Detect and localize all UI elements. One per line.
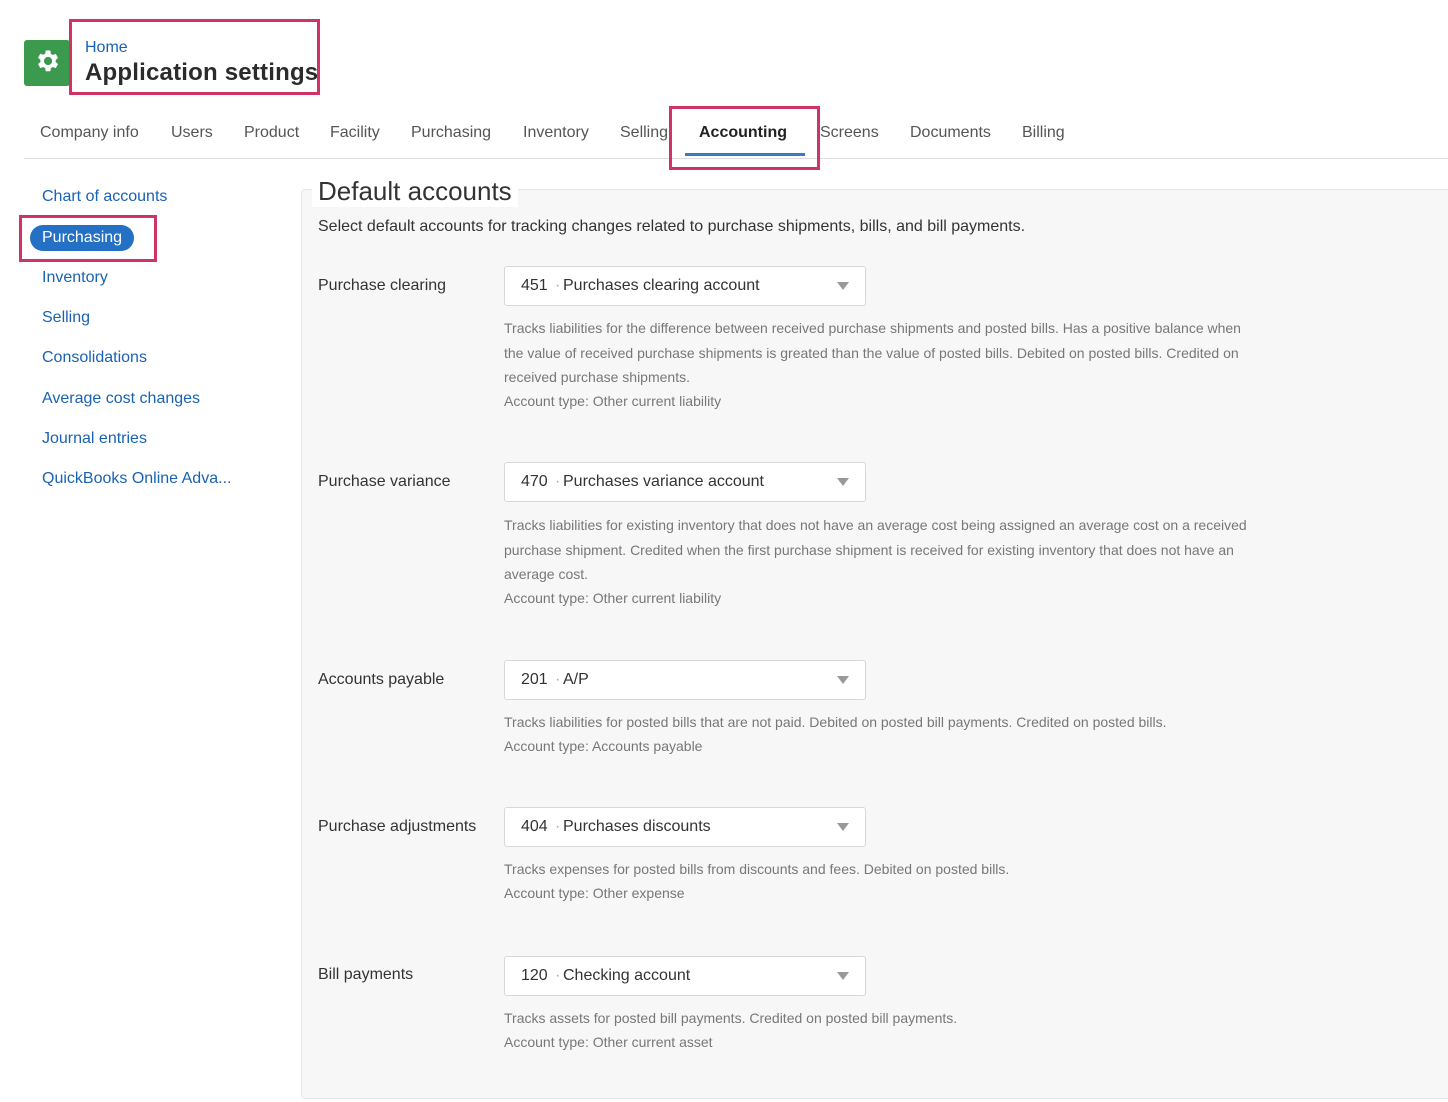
account-number: 470 bbox=[521, 473, 548, 490]
settings-tabs: Company info Users Product Facility Purc… bbox=[24, 112, 1448, 159]
separator: · bbox=[555, 818, 561, 835]
help-text: Tracks assets for posted bill payments. … bbox=[504, 1010, 958, 1026]
account-type: Account type: Other current liability bbox=[504, 589, 722, 606]
chevron-down-icon bbox=[837, 478, 849, 486]
sidebar-item-inventory[interactable]: Inventory bbox=[42, 269, 108, 287]
purchase-adjustments-select[interactable]: 404 · Purchases discounts bbox=[504, 807, 866, 847]
tab-purchasing[interactable]: Purchasing bbox=[411, 124, 491, 142]
section-description: Select default accounts for tracking cha… bbox=[318, 218, 1026, 235]
purchase-variance-select[interactable]: 470 · Purchases variance account bbox=[504, 462, 866, 502]
chevron-down-icon bbox=[837, 823, 849, 831]
sidebar-item-chart-of-accounts[interactable]: Chart of accounts bbox=[42, 188, 167, 206]
help-text: Tracks liabilities for existing inventor… bbox=[504, 517, 1247, 582]
account-name: A/P bbox=[563, 671, 589, 688]
tab-selling[interactable]: Selling bbox=[620, 124, 668, 142]
breadcrumb-home[interactable]: Home bbox=[85, 38, 318, 58]
section-title: Default accounts bbox=[312, 175, 518, 207]
account-number: 120 bbox=[521, 967, 548, 984]
separator: · bbox=[555, 671, 561, 688]
title-block: Home Application settings bbox=[85, 38, 318, 88]
tab-documents[interactable]: Documents bbox=[910, 124, 991, 142]
account-type: Account type: Other expense bbox=[504, 884, 685, 901]
page-title: Application settings bbox=[85, 59, 319, 86]
purchase-clearing-label: Purchase clearing bbox=[318, 277, 447, 294]
separator: · bbox=[555, 967, 561, 984]
bill-payments-help: Tracks assets for posted bill payments. … bbox=[504, 1006, 1264, 1054]
chevron-down-icon bbox=[837, 282, 849, 290]
tab-facility[interactable]: Facility bbox=[330, 124, 380, 142]
accounts-payable-label: Accounts payable bbox=[318, 671, 445, 688]
sidebar-item-journal-entries[interactable]: Journal entries bbox=[42, 430, 147, 448]
bill-payments-select[interactable]: 120 · Checking account bbox=[504, 956, 866, 996]
account-type: Account type: Other current liability bbox=[504, 392, 722, 409]
account-number: 404 bbox=[521, 818, 548, 835]
purchase-variance-help: Tracks liabilities for existing inventor… bbox=[504, 513, 1264, 610]
tab-billing[interactable]: Billing bbox=[1022, 124, 1065, 142]
account-name: Checking account bbox=[563, 967, 691, 984]
sidebar-item-consolidations[interactable]: Consolidations bbox=[42, 349, 147, 367]
sidebar-item-selling[interactable]: Selling bbox=[42, 309, 90, 327]
sidebar-item-purchasing[interactable]: Purchasing bbox=[30, 225, 135, 251]
account-name: Purchases discounts bbox=[563, 818, 711, 835]
purchase-clearing-help: Tracks liabilities for the difference be… bbox=[504, 316, 1264, 413]
chevron-down-icon bbox=[837, 972, 849, 980]
sidebar-item-average-cost-changes[interactable]: Average cost changes bbox=[42, 390, 200, 408]
app-icon bbox=[24, 40, 70, 86]
accounts-payable-select[interactable]: 201 · A/P bbox=[504, 660, 866, 700]
help-text: Tracks liabilities for posted bills that… bbox=[504, 714, 1167, 730]
purchase-clearing-select[interactable]: 451 · Purchases clearing account bbox=[504, 266, 866, 306]
help-text: Tracks expenses for posted bills from di… bbox=[504, 861, 1010, 877]
bill-payments-label: Bill payments bbox=[318, 966, 414, 983]
sidebar-item-quickbooks-online[interactable]: QuickBooks Online Adva... bbox=[42, 470, 231, 488]
tab-accounting[interactable]: Accounting bbox=[699, 124, 787, 142]
tab-company-info[interactable]: Company info bbox=[40, 124, 139, 142]
purchase-adjustments-label: Purchase adjustments bbox=[318, 818, 477, 835]
account-number: 451 bbox=[521, 277, 548, 294]
separator: · bbox=[555, 277, 561, 294]
purchase-adjustments-help: Tracks expenses for posted bills from di… bbox=[504, 857, 1264, 905]
accounts-payable-help: Tracks liabilities for posted bills that… bbox=[504, 710, 1264, 758]
help-text: Tracks liabilities for the difference be… bbox=[504, 320, 1241, 385]
tab-users[interactable]: Users bbox=[171, 124, 213, 142]
account-number: 201 bbox=[521, 671, 548, 688]
tab-screens[interactable]: Screens bbox=[820, 124, 879, 142]
account-type: Account type: Accounts payable bbox=[504, 737, 703, 754]
tab-product[interactable]: Product bbox=[244, 124, 299, 142]
active-tab-indicator bbox=[685, 153, 805, 156]
account-type: Account type: Other current asset bbox=[504, 1033, 713, 1050]
gear-icon bbox=[33, 47, 61, 80]
account-name: Purchases clearing account bbox=[563, 277, 760, 294]
separator: · bbox=[555, 473, 561, 490]
chevron-down-icon bbox=[837, 676, 849, 684]
purchase-variance-label: Purchase variance bbox=[318, 473, 451, 490]
tab-inventory[interactable]: Inventory bbox=[523, 124, 589, 142]
account-name: Purchases variance account bbox=[563, 473, 764, 490]
